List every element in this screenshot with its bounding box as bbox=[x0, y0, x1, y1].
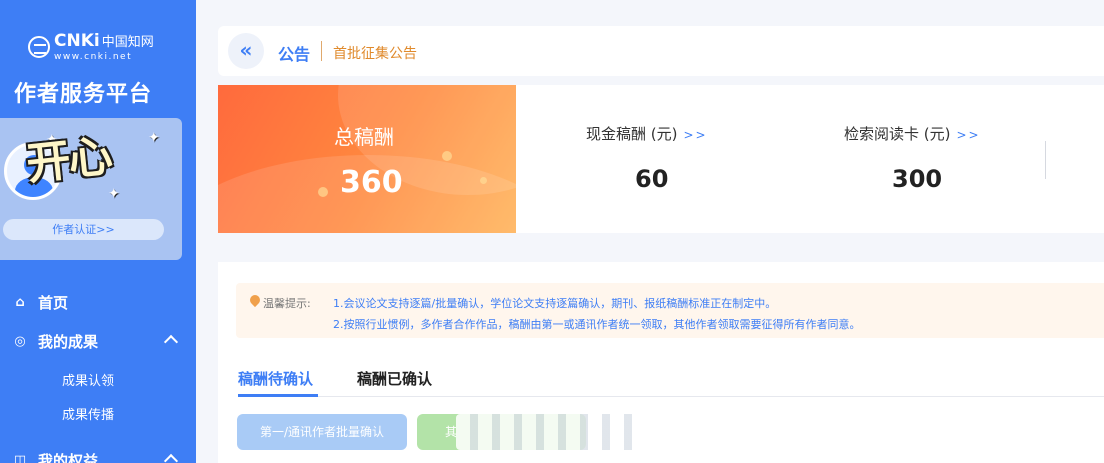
nav-home-label: 首页 bbox=[38, 293, 69, 312]
notice-divider bbox=[321, 41, 322, 61]
notice-link[interactable]: 首批征集公告 bbox=[333, 43, 417, 63]
location-pin-icon bbox=[250, 295, 260, 307]
announcement-bar: « 公告 首批征集公告 bbox=[218, 26, 1104, 76]
nav-spread[interactable]: 成果传播 bbox=[62, 404, 114, 423]
royalty-stats: 总稿酬 360 现金稿酬 (元) >> 60 检索阅读卡 (元) >> 300 bbox=[218, 85, 1104, 233]
tips-line-1: 1.会议论文支持逐篇/批量确认，学位论文支持逐篇确认，期刊、报纸稿酬标准正在制定… bbox=[333, 297, 777, 310]
main-content: 温馨提示: 1.会议论文支持逐篇/批量确认，学位论文支持逐篇确认，期刊、报纸稿酬… bbox=[218, 262, 1104, 463]
nav-rights-label: 我的权益 bbox=[38, 451, 99, 463]
logo-url-text: www.cnki.net bbox=[54, 51, 133, 62]
platform-title: 作者服务平台 bbox=[14, 82, 153, 107]
nav-home[interactable]: ⌂ 首页 bbox=[0, 288, 196, 316]
logo-cn-text: 中国知网 bbox=[101, 34, 154, 50]
author-verify-button[interactable]: 作者认证>> bbox=[3, 219, 164, 240]
mosaic-overlay bbox=[456, 414, 646, 450]
logo-main-text: CNKi bbox=[54, 30, 100, 51]
nav-achievements-label: 我的成果 bbox=[38, 332, 99, 351]
cash-royalty-value: 60 bbox=[635, 165, 669, 193]
notice-label: 公告 bbox=[278, 45, 311, 64]
nav-rights[interactable]: ◫ 我的权益 bbox=[0, 446, 196, 463]
sparkle-icon: ✦ bbox=[148, 130, 160, 146]
collapse-sidebar-button[interactable]: « bbox=[228, 33, 264, 69]
chevron-up-icon bbox=[163, 334, 179, 350]
tab-confirmed[interactable]: 稿酬已确认 bbox=[357, 368, 432, 389]
reading-card-more-link[interactable]: >> bbox=[956, 128, 980, 142]
reading-card: 检索阅读卡 (元) >> 300 bbox=[844, 85, 1084, 233]
tab-divider bbox=[238, 396, 1104, 397]
reading-card-label: 检索阅读卡 (元) bbox=[844, 125, 951, 143]
cnki-globe-icon bbox=[28, 36, 50, 58]
medal-icon: ◎ bbox=[14, 333, 26, 349]
nav-claim[interactable]: 成果认领 bbox=[62, 370, 114, 389]
cash-royalty: 现金稿酬 (元) >> 60 bbox=[586, 85, 826, 233]
total-royalty-value: 360 bbox=[340, 165, 403, 200]
tips-label: 温馨提示: bbox=[263, 297, 311, 310]
tips-box: 温馨提示: 1.会议论文支持逐篇/批量确认，学位论文支持逐篇确认，期刊、报纸稿酬… bbox=[236, 283, 1104, 338]
sparkle-icon: ✦ bbox=[108, 186, 120, 202]
total-royalty-card: 总稿酬 360 bbox=[218, 85, 516, 233]
tab-pending[interactable]: 稿酬待确认 bbox=[238, 368, 313, 389]
stats-divider bbox=[1045, 141, 1046, 179]
cash-royalty-label: 现金稿酬 (元) bbox=[586, 125, 678, 143]
total-royalty-label: 总稿酬 bbox=[334, 125, 394, 149]
chevron-up-icon bbox=[163, 453, 179, 463]
tab-active-indicator bbox=[238, 394, 318, 397]
nav-achievements[interactable]: ◎ 我的成果 bbox=[0, 327, 196, 355]
happy-sticker: 开心 bbox=[24, 130, 113, 191]
shield-icon: ◫ bbox=[13, 452, 27, 463]
tips-line-2: 2.按照行业惯例，多作者合作作品，稿酬由第一或通讯作者统一领取，其他作者领取需要… bbox=[333, 318, 861, 331]
cnki-logo[interactable]: CNKi 中国知网 www.cnki.net bbox=[28, 30, 178, 64]
reading-card-value: 300 bbox=[892, 165, 943, 193]
batch-confirm-button[interactable]: 第一/通讯作者批量确认 bbox=[237, 414, 407, 450]
sidebar: CNKi 中国知网 www.cnki.net 作者服务平台 ✦ ✦ ✦ 开心 作者… bbox=[0, 0, 196, 463]
home-icon: ⌂ bbox=[15, 294, 25, 310]
cash-royalty-more-link[interactable]: >> bbox=[683, 128, 707, 142]
